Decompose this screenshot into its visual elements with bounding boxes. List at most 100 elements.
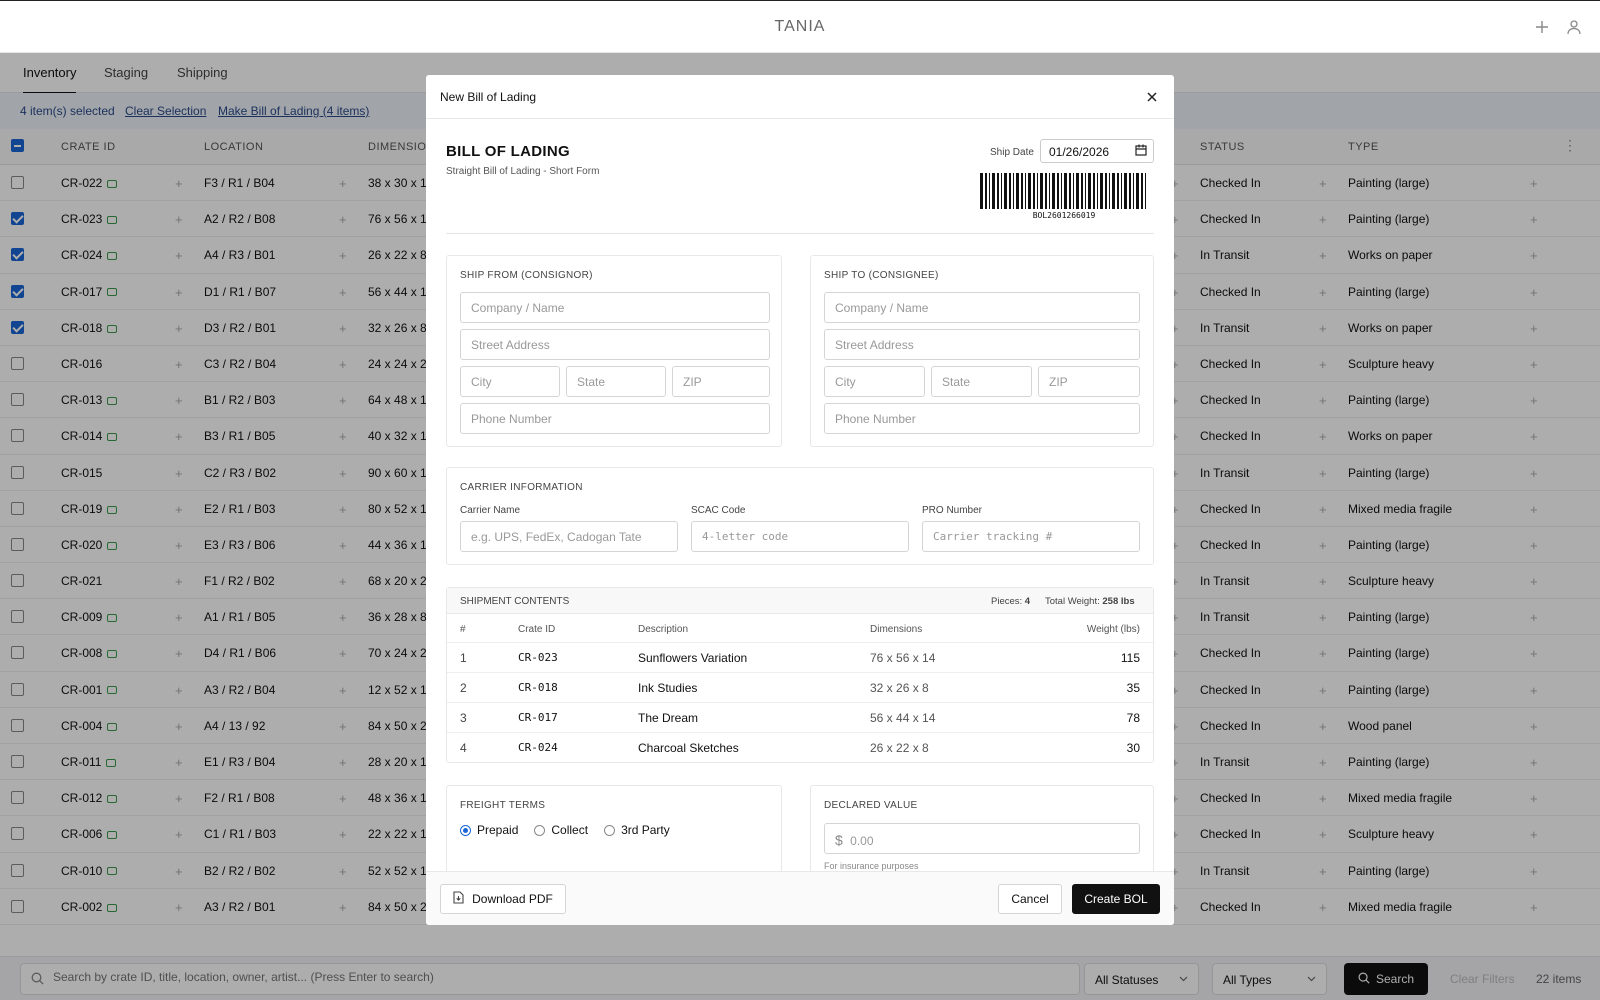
ship-from-phone-input[interactable]: Phone Number xyxy=(460,403,770,434)
barcode-bar xyxy=(1105,173,1107,209)
freight-3rd-party-radio[interactable]: 3rd Party xyxy=(604,823,670,837)
ship-from-title: SHIP FROM (CONSIGNOR) xyxy=(460,270,593,281)
barcode-bar xyxy=(1001,173,1002,209)
total-weight-label: Total Weight: xyxy=(1045,596,1100,607)
contents-row: 1 CR-023 Sunflowers Variation 76 x 56 x 14 1… xyxy=(447,642,1153,672)
barcode-bar xyxy=(1009,173,1011,209)
carrier-name-input[interactable]: e.g. UPS, FedEx, Cadogan Tate xyxy=(460,521,678,552)
create-bol-button[interactable]: Create BOL xyxy=(1072,884,1160,914)
contents-num-cell: 3 xyxy=(460,711,467,725)
barcode-bar xyxy=(1117,173,1119,209)
barcode-bar xyxy=(1013,173,1014,209)
modal-body[interactable]: BILL OF LADING Straight Bill of Lading -… xyxy=(426,119,1174,871)
contents-num-cell: 1 xyxy=(460,651,467,665)
contents-desc-cell: The Dream xyxy=(638,711,699,725)
ship-to-company-input[interactable]: Company / Name xyxy=(824,292,1140,323)
barcode-bar xyxy=(1097,173,1098,209)
pieces-value: 4 xyxy=(1024,596,1031,607)
shipment-contents-header: SHIPMENT CONTENTS Pieces: 4 Total Weight… xyxy=(447,588,1153,614)
carrier-title: CARRIER INFORMATION xyxy=(460,482,583,493)
contents-row: 2 CR-018 Ink Studies 32 x 26 x 8 35 xyxy=(447,672,1153,702)
barcode-bar xyxy=(1021,173,1023,209)
scac-code-label: SCAC Code xyxy=(691,505,746,516)
ship-from-company-input[interactable]: Company / Name xyxy=(460,292,770,323)
barcode-bar xyxy=(1112,173,1115,209)
barcode-bar xyxy=(1076,173,1079,209)
ship-from-panel: SHIP FROM (CONSIGNOR) Company / Name Str… xyxy=(446,255,782,447)
ship-from-city-input[interactable]: City xyxy=(460,366,560,397)
contents-crate-cell: CR-023 xyxy=(518,651,558,664)
ship-from-zip-input[interactable]: ZIP xyxy=(672,366,770,397)
barcode-bar xyxy=(1069,173,1071,209)
declared-value-input[interactable]: $ 0.00 xyxy=(824,823,1140,854)
close-icon[interactable] xyxy=(1142,87,1162,107)
calendar-icon[interactable] xyxy=(1135,144,1147,159)
barcode-bar xyxy=(1040,173,1043,209)
ship-from-street-input[interactable]: Street Address xyxy=(460,329,770,360)
ship-to-city-input[interactable]: City xyxy=(824,366,925,397)
barcode-bar xyxy=(1037,173,1038,209)
contents-dim-cell: 76 x 56 x 14 xyxy=(870,651,936,665)
ship-to-panel: SHIP TO (CONSIGNEE) Company / Name Stree… xyxy=(810,255,1154,447)
freight-prepaid-radio[interactable]: Prepaid xyxy=(460,823,518,837)
contents-weight-cell: 30 xyxy=(1126,741,1140,755)
pro-number-input[interactable]: Carrier tracking # xyxy=(922,521,1140,552)
bol-subtitle: Straight Bill of Lading - Short Form xyxy=(446,166,600,177)
barcode-bar xyxy=(992,173,995,209)
barcode-bar xyxy=(1016,173,1019,209)
barcode-bar xyxy=(1129,173,1131,209)
pro-number-label: PRO Number xyxy=(922,505,983,516)
freight-prepaid-label: Prepaid xyxy=(477,823,519,837)
carrier-panel: CARRIER INFORMATION Carrier Name e.g. UP… xyxy=(446,467,1154,565)
freight-3rd-party-label: 3rd Party xyxy=(621,823,670,837)
barcode-bar xyxy=(1109,173,1110,209)
ship-to-street-input[interactable]: Street Address xyxy=(824,329,1140,360)
declared-value-hint: For insurance purposes xyxy=(824,861,919,871)
ship-to-zip-input[interactable]: ZIP xyxy=(1038,366,1140,397)
total-weight-value: 258 lbs xyxy=(1102,596,1135,607)
contents-crate-cell: CR-024 xyxy=(518,741,558,754)
ship-to-phone-input[interactable]: Phone Number xyxy=(824,403,1140,434)
download-pdf-button[interactable]: Download PDF xyxy=(440,884,566,914)
bol-modal: New Bill of Lading BILL OF LADING Straig… xyxy=(426,75,1174,925)
barcode-bar xyxy=(1061,173,1062,209)
barcode-bar xyxy=(1093,173,1095,209)
barcode-bar xyxy=(997,173,999,209)
barcode-bar xyxy=(1045,173,1047,209)
scac-code-input[interactable]: 4-letter code xyxy=(691,521,909,552)
contents-crate-cell: CR-018 xyxy=(518,681,558,694)
freight-collect-radio[interactable]: Collect xyxy=(534,823,588,837)
barcode-bar xyxy=(1088,173,1091,209)
barcode-bar xyxy=(1081,173,1083,209)
barcode-bar xyxy=(1052,173,1055,209)
declared-value-title: DECLARED VALUE xyxy=(824,800,918,811)
barcode-bar xyxy=(985,173,987,209)
modal-footer: Download PDF Cancel Create BOL xyxy=(426,871,1174,925)
ship-date-input[interactable]: 01/26/2026 xyxy=(1040,139,1154,163)
user-icon[interactable] xyxy=(1566,17,1582,37)
contents-weight-cell: 35 xyxy=(1126,681,1140,695)
barcode-bar xyxy=(989,173,990,209)
modal-header: New Bill of Lading xyxy=(426,75,1174,119)
contents-num-cell: 2 xyxy=(460,681,467,695)
ship-date-value: 01/26/2026 xyxy=(1049,145,1110,159)
ship-from-state-input[interactable]: State xyxy=(566,366,666,397)
contents-row: 4 CR-024 Charcoal Sketches 26 x 22 x 8 30 xyxy=(447,732,1153,762)
barcode-bar xyxy=(980,173,983,209)
ship-to-title: SHIP TO (CONSIGNEE) xyxy=(824,270,939,281)
top-bar: TANIA xyxy=(0,0,1600,53)
freight-terms-title: FREIGHT TERMS xyxy=(460,800,546,811)
contents-col-weight: Weight (lbs) xyxy=(1086,624,1140,635)
ship-to-state-input[interactable]: State xyxy=(931,366,1032,397)
barcode-image xyxy=(980,173,1146,209)
barcode-bar xyxy=(1025,173,1026,209)
barcode-bar xyxy=(1085,173,1086,209)
contents-desc-cell: Charcoal Sketches xyxy=(638,741,739,755)
barcode-bar xyxy=(1057,173,1059,209)
contents-col-dimensions: Dimensions xyxy=(870,624,923,635)
add-icon[interactable] xyxy=(1534,17,1550,37)
barcode-bar xyxy=(1141,173,1143,209)
cancel-button[interactable]: Cancel xyxy=(998,884,1062,914)
divider xyxy=(446,233,1154,234)
barcode-bar xyxy=(1124,173,1127,209)
